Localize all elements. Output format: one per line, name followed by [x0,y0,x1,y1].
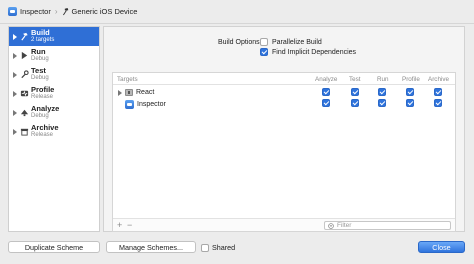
table-header: Targets Analyze Test Run Profile Archive [113,73,455,85]
sidebar-item-label: Profile [31,85,55,94]
archive-checkbox[interactable] [434,99,442,107]
analyze-checkbox[interactable] [322,88,330,96]
close-button[interactable]: Close [418,241,465,253]
shared-checkbox[interactable] [201,243,209,252]
profile-checkbox[interactable] [406,99,414,107]
table-row[interactable]: React [113,87,455,98]
table-footer: + − Filter [113,218,455,231]
library-icon [125,89,133,96]
disclosure-triangle-icon[interactable] [118,90,122,96]
scheme-crumb[interactable]: Inspector [8,7,51,16]
sidebar-item-label: Archive [31,123,59,132]
target-name: Inspector [137,101,166,108]
column-header-analyze[interactable]: Analyze [315,76,337,83]
chevron-right-icon: › [54,7,58,16]
sidebar-item-sublabel: Release [31,132,54,138]
sidebar-item-sublabel: 2 targets [31,37,55,43]
sidebar-item-test[interactable]: Test Debug [9,65,99,84]
implicit-dependencies-option[interactable]: Find Implicit Dependencies [260,48,356,56]
remove-target-button[interactable]: − [127,220,132,230]
manage-schemes-button[interactable]: Manage Schemes... [106,241,196,253]
sidebar-item-label: Run [31,47,46,56]
target-name-cell: Inspector [125,100,166,109]
app-icon [125,100,134,109]
destination-name: Generic iOS Device [71,7,138,16]
destination-crumb[interactable]: Generic iOS Device [62,7,138,16]
hammer-icon [62,8,68,16]
hammer-icon [21,32,28,41]
sidebar-item-build[interactable]: Build 2 targets [9,27,99,46]
profile-checkbox[interactable] [406,88,414,96]
sidebar-item-archive[interactable]: Archive Release [9,122,99,141]
sidebar-item-profile[interactable]: Profile Release [9,84,99,103]
sidebar-item-analyze[interactable]: Analyze Debug [9,103,99,122]
wrench-icon [21,70,29,79]
parallelize-build-checkbox[interactable] [260,38,268,46]
targets-table: Targets Analyze Test Run Profile Archive… [112,72,456,232]
disclosure-triangle-icon[interactable] [13,129,17,135]
sidebar-item-sublabel: Debug [31,75,49,81]
sidebar-item-sublabel: Debug [31,56,49,62]
sidebar-item-sublabel: Release [31,94,54,100]
sidebar-item-label: Test [31,66,46,75]
scheme-actions-sidebar: Build 2 targets Run Debug Test Debug Pro… [8,26,100,232]
column-header-run[interactable]: Run [377,76,389,83]
sidebar-item-run[interactable]: Run Debug [9,46,99,65]
archive-checkbox[interactable] [434,88,442,96]
archive-icon [20,128,29,136]
column-header-test[interactable]: Test [349,76,361,83]
disclosure-triangle-icon[interactable] [13,110,17,116]
target-name: React [136,89,155,96]
build-settings-panel: Build Options Parallelize Build Find Imp… [103,26,465,232]
filter-field[interactable]: Filter [324,221,451,230]
test-checkbox[interactable] [351,99,359,107]
implicit-dependencies-label: Find Implicit Dependencies [272,48,357,56]
play-icon [21,51,28,60]
column-header-archive[interactable]: Archive [428,76,449,83]
app-icon [8,7,17,16]
run-checkbox[interactable] [378,88,386,96]
shared-label: Shared [212,243,236,252]
sidebar-item-sublabel: Debug [31,113,49,119]
column-header-targets[interactable]: Targets [117,76,138,83]
parallelize-build-label: Parallelize Build [272,38,322,46]
disclosure-triangle-icon[interactable] [13,34,17,40]
scheme-breadcrumb: Inspector › Generic iOS Device [0,0,474,24]
shared-option[interactable]: Shared [201,243,235,252]
duplicate-scheme-button[interactable]: Duplicate Scheme [8,241,100,253]
disclosure-triangle-icon[interactable] [13,53,17,59]
implicit-dependencies-checkbox[interactable] [260,48,268,56]
analyze-checkbox[interactable] [322,99,330,107]
run-checkbox[interactable] [378,99,386,107]
disclosure-triangle-icon[interactable] [13,72,17,78]
build-options-label: Build Options [218,39,260,46]
parallelize-build-option[interactable]: Parallelize Build [260,38,322,46]
filter-placeholder: Filter [337,222,352,229]
table-row[interactable]: Inspector [113,98,455,109]
filter-icon [328,222,334,229]
target-name-cell: React [125,89,154,96]
test-checkbox[interactable] [351,88,359,96]
analyze-icon [20,109,29,117]
scheme-name: Inspector [20,7,51,16]
sidebar-item-label: Build [31,28,50,37]
sidebar-item-label: Analyze [31,104,60,113]
column-header-profile[interactable]: Profile [402,76,420,83]
add-target-button[interactable]: + [117,220,122,230]
disclosure-triangle-icon[interactable] [13,91,17,97]
instruments-icon [20,90,29,97]
